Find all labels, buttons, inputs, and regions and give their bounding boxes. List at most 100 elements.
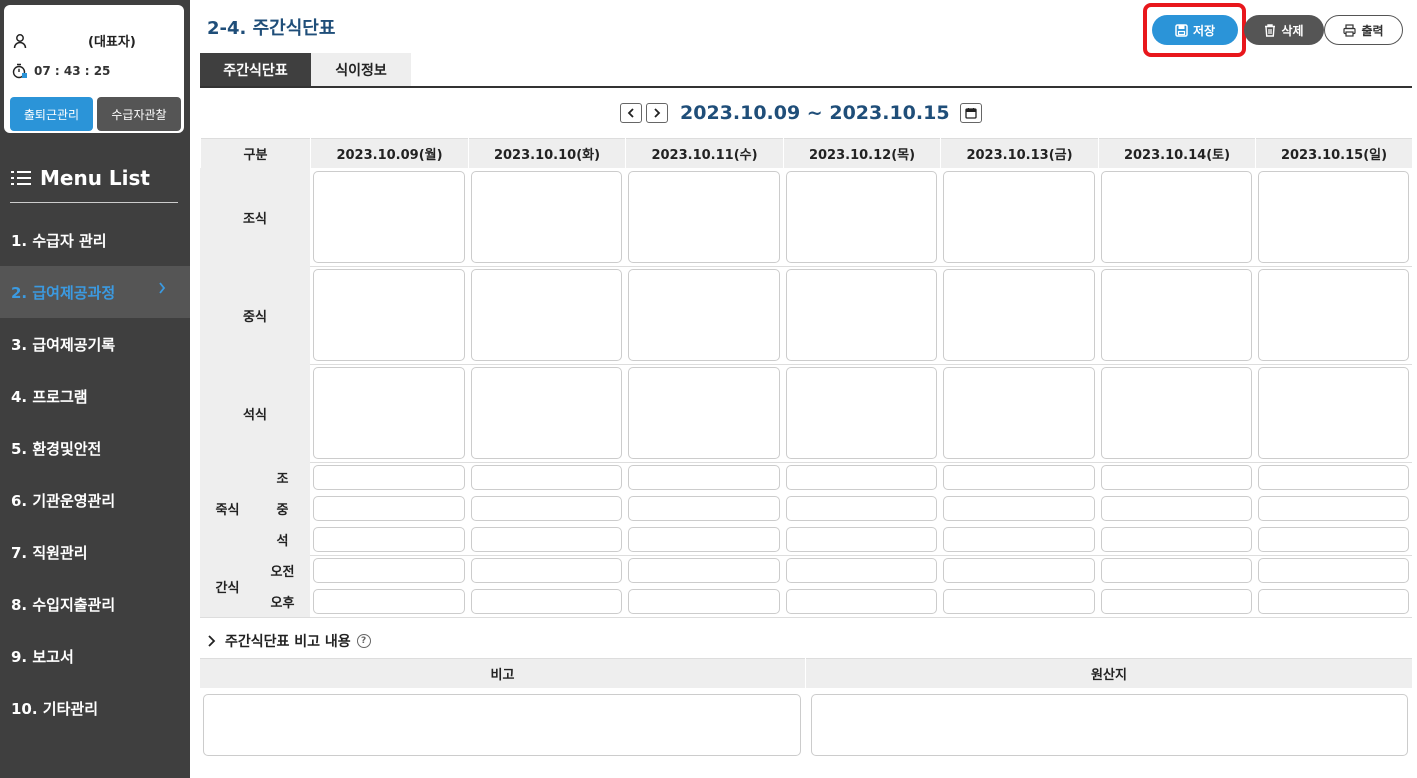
porridge-input[interactable] — [313, 527, 465, 552]
meal-input[interactable] — [313, 367, 465, 459]
porridge-input[interactable] — [628, 527, 780, 552]
origin-textarea[interactable] — [811, 694, 1408, 756]
snack-input[interactable] — [313, 589, 465, 614]
meal-input[interactable] — [1101, 171, 1252, 263]
sidebar-item[interactable]: 6. 기관운영관리 — [0, 474, 190, 526]
meal-input[interactable] — [786, 367, 937, 459]
porridge-input[interactable] — [628, 496, 780, 521]
snack-input[interactable] — [1101, 589, 1252, 614]
porridge-input[interactable] — [471, 496, 622, 521]
page-title: 2-4. 주간식단표 — [207, 18, 336, 39]
porridge-input[interactable] — [313, 496, 465, 521]
attendance-button[interactable]: 출퇴근관리 — [10, 97, 93, 131]
meal-input[interactable] — [628, 171, 780, 263]
stopwatch-icon — [12, 63, 27, 79]
snack-input[interactable] — [1258, 558, 1409, 583]
save-label: 저장 — [1192, 23, 1216, 38]
snack-input[interactable] — [943, 589, 1095, 614]
row-separator — [200, 266, 1412, 267]
save-button[interactable]: 저장 — [1152, 15, 1238, 45]
sidebar-item[interactable]: 10. 기타관리 — [0, 682, 190, 734]
sidebar-item[interactable]: 2. 급여제공과정 — [0, 266, 190, 318]
delete-button[interactable]: 삭제 — [1244, 15, 1324, 45]
sidebar-item[interactable]: 4. 프로그램 — [0, 370, 190, 422]
porridge-input[interactable] — [1101, 496, 1252, 521]
porridge-input[interactable] — [943, 496, 1095, 521]
row-separator — [200, 364, 1412, 365]
day-header: 2023.10.09(월) — [310, 138, 468, 168]
date-range: 2023.10.09 ~ 2023.10.15 — [680, 102, 950, 124]
prev-week-button[interactable] — [620, 103, 642, 123]
porridge-input[interactable] — [786, 527, 937, 552]
print-label: 출력 — [1361, 23, 1384, 38]
porridge-input[interactable] — [1101, 465, 1252, 490]
meal-input[interactable] — [1258, 171, 1409, 263]
sidebar-item[interactable]: 9. 보고서 — [0, 630, 190, 682]
meal-input[interactable] — [313, 171, 465, 263]
snack-input[interactable] — [471, 589, 622, 614]
grid-corner-header: 구분 — [200, 138, 310, 168]
porridge-input[interactable] — [471, 527, 622, 552]
observe-button[interactable]: 수급자관찰 — [97, 97, 181, 131]
snack-input[interactable] — [786, 589, 937, 614]
meal-input[interactable] — [943, 171, 1095, 263]
porridge-input[interactable] — [786, 465, 937, 490]
snack-input[interactable] — [313, 558, 465, 583]
next-week-button[interactable] — [646, 103, 668, 123]
porridge-input[interactable] — [786, 496, 937, 521]
meal-input[interactable] — [628, 269, 780, 361]
porridge-input[interactable] — [943, 465, 1095, 490]
porridge-input[interactable] — [943, 527, 1095, 552]
meal-input[interactable] — [628, 367, 780, 459]
meal-input[interactable] — [943, 367, 1095, 459]
snack-input[interactable] — [628, 589, 780, 614]
meal-input[interactable] — [471, 367, 622, 459]
porridge-input[interactable] — [628, 465, 780, 490]
chevron-right-icon — [159, 282, 166, 294]
note-textarea[interactable] — [203, 694, 801, 756]
sidebar-item-label: 10. 기타관리 — [11, 699, 98, 718]
snack-input[interactable] — [786, 558, 937, 583]
day-header: 2023.10.13(금) — [940, 138, 1098, 168]
tab-diet-info[interactable]: 식이정보 — [311, 53, 411, 87]
meal-input[interactable] — [786, 269, 937, 361]
calendar-button[interactable] — [959, 103, 982, 123]
delete-label: 삭제 — [1281, 23, 1304, 38]
date-nav: 2023.10.09 ~ 2023.10.15 — [620, 102, 982, 124]
snack-input[interactable] — [1258, 589, 1409, 614]
print-button[interactable]: 출력 — [1324, 15, 1403, 45]
sidebar-item[interactable]: 7. 직원관리 — [0, 526, 190, 578]
sidebar-item[interactable]: 3. 급여제공기록 — [0, 318, 190, 370]
tab-weekly-menu[interactable]: 주간식단표 — [200, 53, 311, 87]
sidebar-item[interactable]: 5. 환경및안전 — [0, 422, 190, 474]
porridge-input[interactable] — [1101, 527, 1252, 552]
meal-input[interactable] — [1101, 269, 1252, 361]
porridge-input[interactable] — [313, 465, 465, 490]
meal-input[interactable] — [1101, 367, 1252, 459]
porridge-input[interactable] — [1258, 465, 1409, 490]
day-header: 2023.10.11(수) — [625, 138, 783, 168]
meal-input[interactable] — [471, 269, 622, 361]
snack-input[interactable] — [1101, 558, 1252, 583]
meal-input[interactable] — [1258, 367, 1409, 459]
snack-input[interactable] — [943, 558, 1095, 583]
day-header: 2023.10.12(목) — [783, 138, 940, 168]
porridge-sub-label: 중 — [255, 493, 310, 524]
meal-input[interactable] — [943, 269, 1095, 361]
row-separator — [200, 462, 1412, 463]
menu-title: Menu List — [10, 166, 150, 190]
porridge-input[interactable] — [1258, 496, 1409, 521]
sidebar-item-label: 6. 기관운영관리 — [11, 491, 116, 510]
help-icon[interactable]: ? — [356, 634, 371, 648]
meal-input[interactable] — [1258, 269, 1409, 361]
meal-input[interactable] — [471, 171, 622, 263]
snack-input[interactable] — [471, 558, 622, 583]
porridge-input[interactable] — [1258, 527, 1409, 552]
meal-input[interactable] — [313, 269, 465, 361]
snack-input[interactable] — [628, 558, 780, 583]
sidebar-item[interactable]: 8. 수입지출관리 — [0, 578, 190, 630]
meal-input[interactable] — [786, 171, 937, 263]
calendar-icon — [964, 108, 977, 119]
sidebar-item[interactable]: 1. 수급자 관리 — [0, 214, 190, 266]
porridge-input[interactable] — [471, 465, 622, 490]
